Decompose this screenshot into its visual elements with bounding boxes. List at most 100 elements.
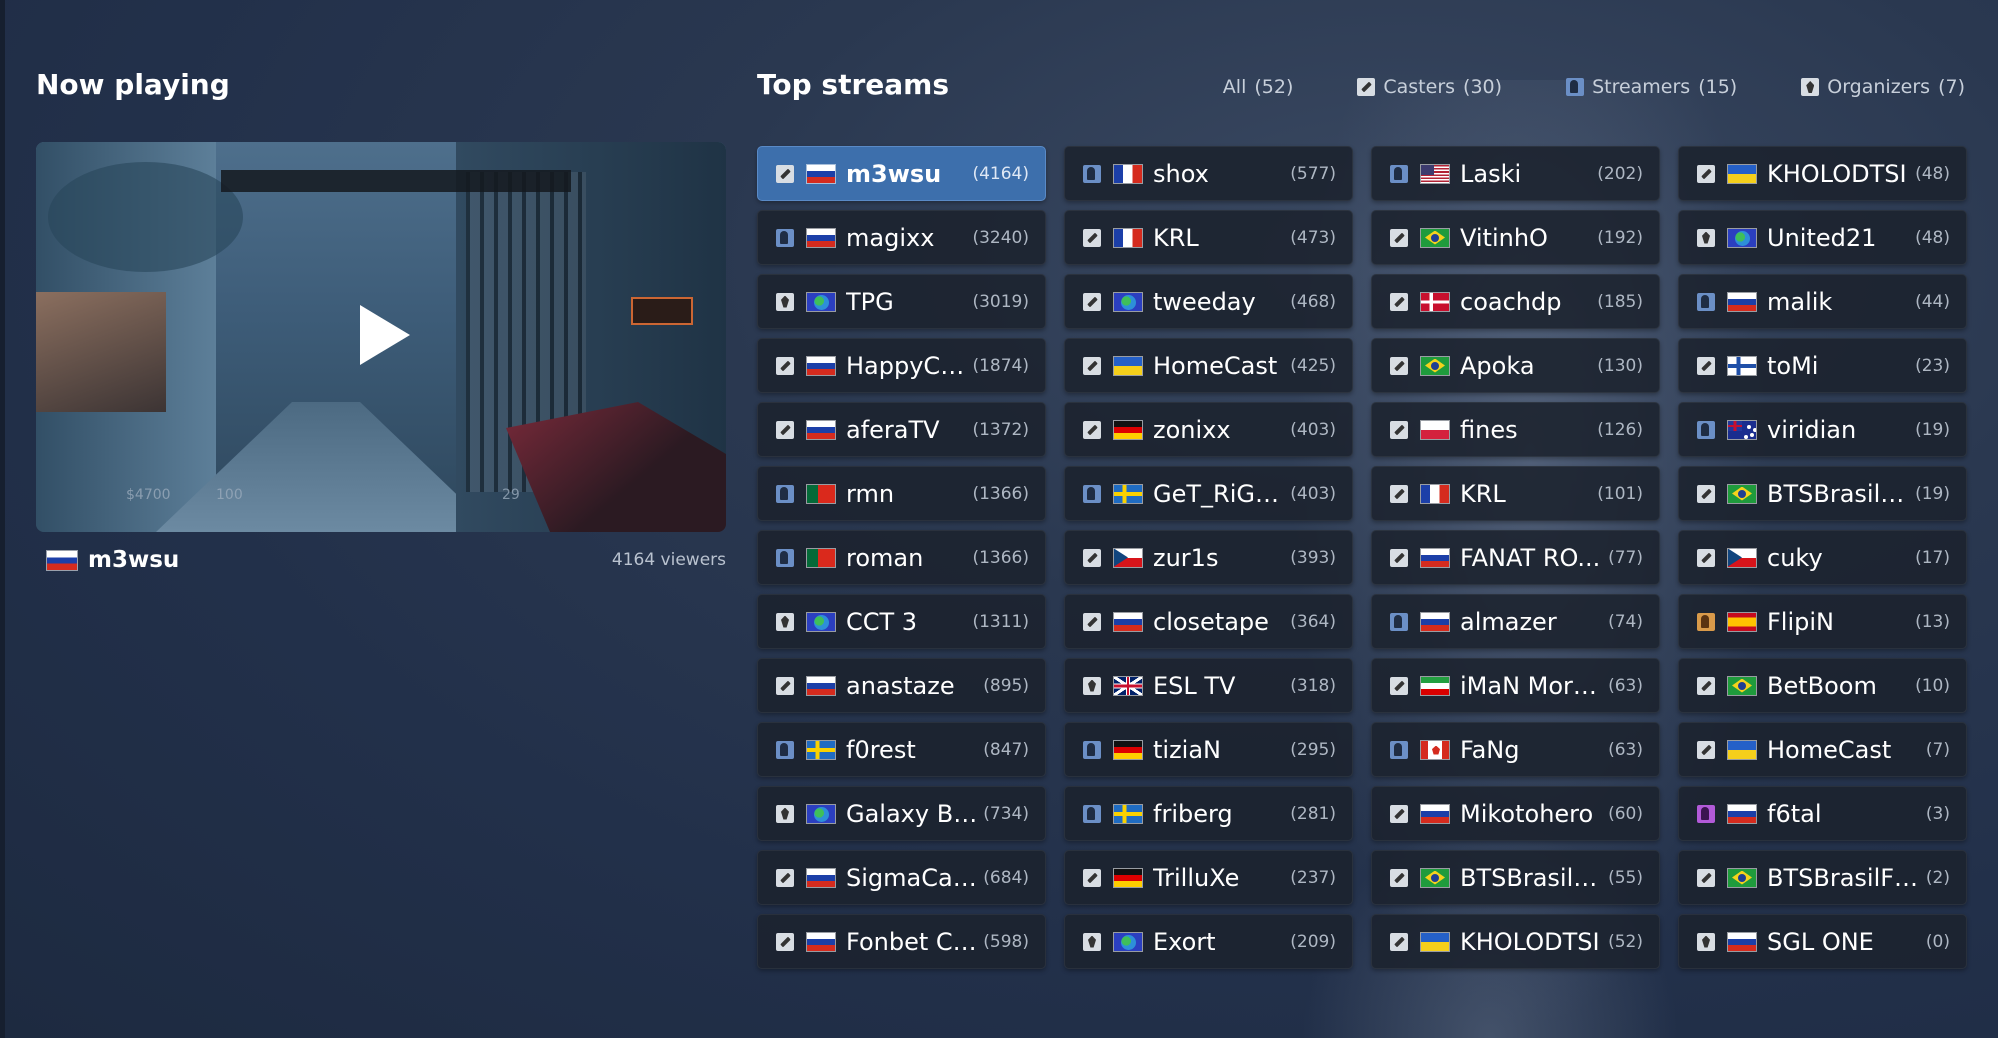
stream-card[interactable]: Galaxy Ba... (734) (757, 786, 1046, 841)
stream-card[interactable]: zonixx (403) (1064, 402, 1353, 457)
stream-card[interactable]: fines (126) (1371, 402, 1660, 457)
stream-card[interactable]: TPG (3019) (757, 274, 1046, 329)
stream-card[interactable]: Mikotohero (60) (1371, 786, 1660, 841)
stream-card[interactable]: BetBoom (10) (1678, 658, 1967, 713)
stream-card[interactable]: HappyCh... (1874) (757, 338, 1046, 393)
stream-card[interactable]: viridian (19) (1678, 402, 1967, 457)
stream-card[interactable]: magixx (3240) (757, 210, 1046, 265)
stream-viewers: (403) (1290, 483, 1336, 504)
stream-name: tiziaN (1153, 735, 1222, 764)
stream-card[interactable]: f0rest (847) (757, 722, 1046, 777)
stream-card[interactable]: Fonbet CC...(598) (757, 914, 1046, 969)
stream-card[interactable]: BTSBrasilTV (55) (1371, 850, 1660, 905)
stream-card[interactable]: tiziaN (295) (1064, 722, 1353, 777)
streamer-icon (776, 548, 794, 567)
stream-card[interactable]: KHOLODTSI (52) (1371, 914, 1660, 969)
caster-icon (1697, 164, 1715, 183)
video-hud-ammo: 29 (502, 487, 520, 503)
stream-name: BTSBrasilFPS (1767, 479, 1910, 508)
stream-type (1697, 676, 1715, 695)
stream-name: cuky (1767, 543, 1823, 572)
filter-all[interactable]: All (52) (1223, 76, 1294, 98)
stream-card[interactable]: HomeCast (425) (1064, 338, 1353, 393)
stream-name: viridian (1767, 415, 1857, 444)
stream-card[interactable]: zur1s (393) (1064, 530, 1353, 585)
flag-us-icon (1420, 163, 1450, 184)
stream-card[interactable]: almazer (74) (1371, 594, 1660, 649)
stream-card[interactable]: SigmaCast2 (684) (757, 850, 1046, 905)
flag-ua-icon (1727, 739, 1757, 760)
caster-icon (1697, 868, 1715, 887)
stream-card[interactable]: GeT_RiGhT (403) (1064, 466, 1353, 521)
streamer-icon (1083, 740, 1101, 759)
flag-ru-icon (1420, 547, 1450, 568)
stream-name: TPG (846, 287, 894, 316)
stream-card[interactable]: rmn (1366) (757, 466, 1046, 521)
flag-ru-icon (1113, 611, 1143, 632)
play-button[interactable] (354, 305, 414, 365)
streamer-icon (1390, 612, 1408, 631)
stream-card[interactable]: CCT 3 (1311) (757, 594, 1046, 649)
stream-card[interactable]: KRL (101) (1371, 466, 1660, 521)
filter-casters[interactable]: Casters (30) (1357, 76, 1502, 98)
stream-name: toMi (1767, 351, 1819, 380)
stream-card[interactable]: FlipiN (13) (1678, 594, 1967, 649)
stream-card[interactable]: KRL (473) (1064, 210, 1353, 265)
flag-dk-icon (1420, 291, 1450, 312)
stream-card[interactable]: SGL ONE (0) (1678, 914, 1967, 969)
stream-viewers: (13) (1915, 611, 1950, 632)
stream-card[interactable]: VitinhO (192) (1371, 210, 1660, 265)
now-playing-streamer[interactable]: m3wsu (36, 547, 179, 573)
stream-type (1697, 164, 1715, 183)
stream-type (1697, 804, 1715, 823)
filter-organizers[interactable]: Organizers (7) (1801, 76, 1965, 98)
streamer-icon (1566, 78, 1585, 96)
stream-card[interactable]: FaNg (63) (1371, 722, 1660, 777)
stream-card[interactable]: ESL TV (318) (1064, 658, 1353, 713)
stream-card[interactable]: Exort (209) (1064, 914, 1353, 969)
flag-world-icon (806, 803, 836, 824)
stream-card[interactable]: toMi (23) (1678, 338, 1967, 393)
flag-ua-icon (1727, 163, 1757, 184)
stream-card[interactable]: BTSBrasilFPS (19) (1678, 466, 1967, 521)
stream-name: KRL (1153, 223, 1199, 252)
stream-card[interactable]: Apoka (130) (1371, 338, 1660, 393)
stream-card[interactable]: roman (1366) (757, 530, 1046, 585)
stream-card[interactable]: friberg (281) (1064, 786, 1353, 841)
stream-name: shox (1153, 159, 1209, 188)
stream-name: Fonbet CC... (846, 927, 978, 956)
caster-icon (1390, 228, 1408, 247)
stream-card[interactable]: BTSBrasilFPS (2) (1678, 850, 1967, 905)
filter-streamers[interactable]: Streamers (15) (1566, 76, 1737, 98)
stream-card[interactable]: closetape (364) (1064, 594, 1353, 649)
flag-fr-icon (1113, 163, 1143, 184)
filter-casters-count: (30) (1463, 76, 1503, 98)
stream-card[interactable]: cuky (17) (1678, 530, 1967, 585)
caster-icon (1083, 612, 1101, 631)
stream-card[interactable]: United21 (48) (1678, 210, 1967, 265)
stream-type (1390, 228, 1408, 247)
stream-name: f6tal (1767, 799, 1822, 828)
stream-card[interactable]: coachdp (185) (1371, 274, 1660, 329)
stream-card[interactable]: aferaTV (1372) (757, 402, 1046, 457)
stream-type (776, 932, 794, 951)
stream-card[interactable]: f6tal (3) (1678, 786, 1967, 841)
caster-icon (1390, 932, 1408, 951)
stream-card[interactable]: FANAT RO... (77) (1371, 530, 1660, 585)
stream-card[interactable]: Laski (202) (1371, 146, 1660, 201)
stream-card[interactable]: HomeCast (7) (1678, 722, 1967, 777)
video-player[interactable]: $4700 100 29 (36, 142, 726, 532)
stream-card[interactable]: TrilluXe (237) (1064, 850, 1353, 905)
stream-card[interactable]: anastaze (895) (757, 658, 1046, 713)
stream-card[interactable]: KHOLODTSI (48) (1678, 146, 1967, 201)
stream-card[interactable]: m3wsu (4164) (757, 146, 1046, 201)
stream-name: fines (1460, 415, 1518, 444)
stream-card[interactable]: malik (44) (1678, 274, 1967, 329)
stream-type (1390, 932, 1408, 951)
stream-name: anastaze (846, 671, 955, 700)
flag-ru-icon (1420, 803, 1450, 824)
stream-card[interactable]: tweeday (468) (1064, 274, 1353, 329)
stream-name: HomeCast (1153, 351, 1278, 380)
stream-card[interactable]: shox (577) (1064, 146, 1353, 201)
stream-card[interactable]: iMaN Mori... (63) (1371, 658, 1660, 713)
